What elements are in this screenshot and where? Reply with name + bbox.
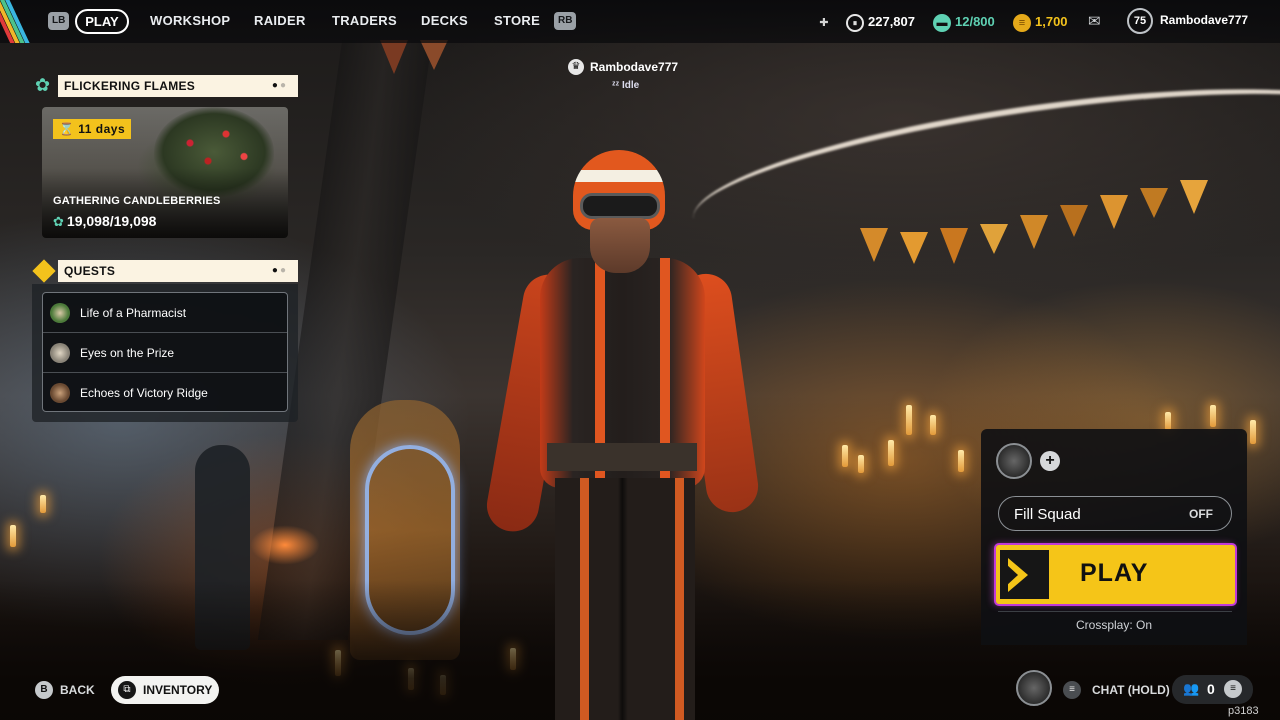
event-card[interactable]: ⌛ 11 days GATHERING CANDLEBERRIES ✿ 19,09… [42, 107, 288, 238]
back-button[interactable]: BACK [60, 683, 95, 697]
quest-giver-avatar [50, 343, 70, 363]
token-icon: ≡ [1013, 13, 1031, 32]
mail-icon[interactable]: ✉ [1088, 12, 1101, 32]
play-button-label: PLAY [1080, 559, 1149, 587]
event-timer-text: 11 days [78, 122, 126, 136]
capacity-value: 12/800 [955, 14, 995, 29]
quests-panel-header[interactable]: QUESTS ●● [58, 260, 298, 282]
play-button[interactable]: PLAY [996, 545, 1235, 604]
quest-label: Eyes on the Prize [80, 346, 175, 360]
top-navigation-bar: LB PLAY WORKSHOP RAIDER TRADERS DECKS ST… [0, 0, 1280, 43]
player-status: ᶻᶻ Idle [612, 80, 639, 91]
quest-item-echoes-of-victory-ridge[interactable]: Echoes of Victory Ridge [43, 373, 287, 413]
player-nameplate: ♛ Rambodave777 ᶻᶻ Idle [568, 58, 688, 91]
profile-username[interactable]: Rambodave777 [1160, 13, 1248, 27]
event-progress-icon: ✿ [53, 214, 64, 229]
friends-button[interactable]: 👥 0 ≡ [1172, 675, 1253, 704]
raider-character [482, 148, 765, 720]
fire-glow [250, 525, 320, 565]
nav-tab-decks[interactable]: DECKS [421, 11, 468, 31]
quest-label: Life of a Pharmacist [80, 306, 187, 320]
quest-list: Life of a Pharmacist Eyes on the Prize E… [42, 292, 288, 412]
view-button-icon: ⧉ [118, 681, 136, 699]
lb-bumper-hint: LB [48, 12, 70, 30]
tokens-stat: ≡ 1,700 [1013, 12, 1068, 32]
event-progress: ✿ 19,098/19,098 [53, 213, 156, 230]
inventory-button[interactable]: ⧉ INVENTORY [111, 676, 219, 704]
squad-member-avatar[interactable] [996, 443, 1032, 479]
event-timer: ⌛ 11 days [53, 119, 132, 139]
event-page-dots: ●● [271, 80, 288, 91]
player-level-badge[interactable]: 75 [1127, 8, 1153, 34]
brand-stripes [0, 0, 48, 43]
b-button-icon: B [35, 681, 53, 699]
event-title: GATHERING CANDLEBERRIES [53, 195, 221, 207]
tokens-value: 1,700 [1035, 14, 1068, 29]
quests-header-label: QUESTS [64, 264, 116, 278]
nav-tab-workshop[interactable]: WORKSHOP [150, 11, 230, 31]
quest-giver-avatar [50, 303, 70, 323]
crown-icon: ♛ [568, 58, 584, 75]
player-status-text: Idle [622, 80, 640, 91]
add-squad-member-icon[interactable]: + [1040, 451, 1060, 471]
build-version: p3183 [1228, 705, 1259, 717]
coin-icon: ⏸ [846, 13, 864, 32]
quest-item-pharmacist[interactable]: Life of a Pharmacist [43, 293, 287, 333]
player-name: Rambodave777 [590, 59, 679, 74]
quest-giver-avatar [50, 383, 70, 403]
hourglass-icon: ⌛ [59, 122, 79, 136]
play-arrow-icon [1000, 550, 1049, 599]
event-header-label: FLICKERING FLAMES [64, 79, 196, 93]
menu-icon: ≡ [1224, 680, 1242, 698]
nav-tab-traders[interactable]: TRADERS [332, 11, 397, 31]
chat-avatar [1016, 670, 1052, 706]
nav-tab-play[interactable]: PLAY [75, 9, 129, 34]
quest-label: Echoes of Victory Ridge [80, 386, 208, 400]
fill-squad-label: Fill Squad [1014, 506, 1081, 523]
chat-hold-hint[interactable]: CHAT (HOLD) [1092, 683, 1170, 697]
friends-count: 0 [1207, 681, 1215, 697]
rb-bumper-hint: RB [554, 12, 577, 30]
sleep-icon: ᶻᶻ [612, 80, 623, 91]
menu-button-icon: ≡ [1063, 681, 1081, 699]
event-progress-value: 19,098/19,098 [66, 213, 157, 229]
inventory-label: INVENTORY [143, 683, 213, 697]
nav-tab-raider[interactable]: RAIDER [254, 11, 306, 31]
nav-tab-store[interactable]: STORE [494, 11, 540, 31]
quest-item-eyes-on-the-prize[interactable]: Eyes on the Prize [43, 333, 287, 373]
capacity-stat: ▬ 12/800 [933, 12, 995, 32]
squad-panel: + Fill Squad OFF PLAY Crossplay: On [981, 429, 1247, 645]
coins-stat: ⏸ 227,807 [846, 12, 915, 32]
capacity-icon: ▬ [933, 13, 951, 32]
crossplay-status: Crossplay: On [1075, 618, 1153, 632]
coins-value: 227,807 [868, 14, 915, 29]
fill-squad-toggle[interactable]: Fill Squad OFF [998, 496, 1232, 531]
event-panel-header[interactable]: FLICKERING FLAMES ●● [58, 75, 298, 97]
quests-page-dots: ●● [271, 265, 288, 276]
fill-squad-value: OFF [1189, 507, 1213, 521]
skill-tree-icon[interactable]: ✚ [815, 12, 837, 32]
event-gear-icon: ✿ [35, 75, 51, 95]
friends-icon: 👥 [1183, 681, 1200, 696]
